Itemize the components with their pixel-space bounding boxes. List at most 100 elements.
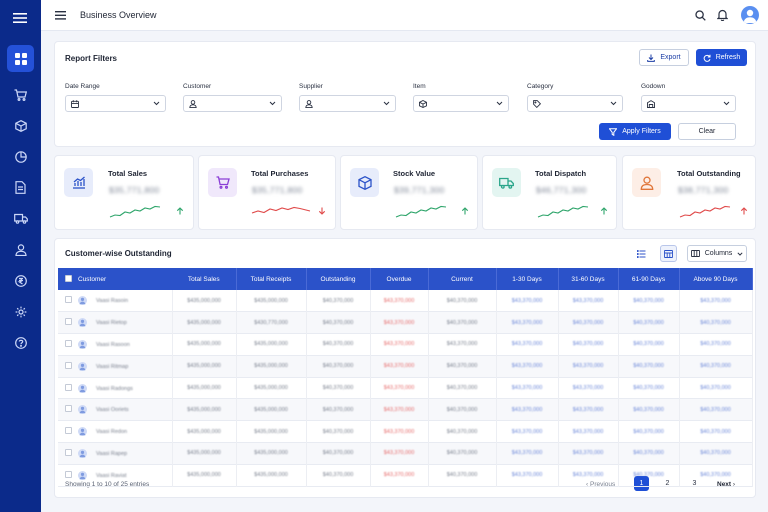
- table-cell: $40,370,000: [558, 311, 619, 334]
- customer-avatar-icon: [78, 296, 87, 306]
- date-range-select[interactable]: [65, 95, 166, 112]
- customer-avatar-icon: [78, 383, 87, 393]
- table-cell: $43,370,000: [496, 464, 559, 487]
- trend-up-icon: [740, 207, 748, 215]
- customer-select[interactable]: [183, 95, 282, 112]
- col-overdue[interactable]: Overdue: [370, 268, 429, 290]
- table-cell: $40,370,000: [306, 420, 371, 443]
- table-row[interactable]: Vaasi Raviat $435,000,000 $435,000,000 $40,…: [58, 464, 753, 487]
- table-cell: $40,370,000: [618, 464, 680, 487]
- table-cell: $43,370,000: [558, 442, 619, 465]
- sidebar: [0, 0, 41, 512]
- row-checkbox[interactable]: [64, 383, 72, 391]
- sidebar-item-settings[interactable]: [7, 298, 34, 325]
- sidebar-item-customers[interactable]: [7, 236, 34, 263]
- pie-chart-icon: [14, 150, 27, 163]
- table-cell: $435,000,000: [172, 420, 237, 443]
- table-row[interactable]: Vaasi Rasoon $435,000,000 $435,000,000 $40,…: [58, 333, 753, 356]
- col-1-30-days[interactable]: 1-30 Days: [496, 268, 559, 290]
- hamburger-icon[interactable]: [55, 11, 66, 22]
- sidebar-item-help[interactable]: [7, 329, 34, 356]
- col-above-90-days[interactable]: Above 90 Days: [679, 268, 753, 290]
- row-select-cell: [58, 334, 78, 356]
- table-cell: $43,370,000: [370, 377, 429, 399]
- sidebar-item-documents[interactable]: [7, 174, 34, 201]
- row-checkbox[interactable]: [64, 339, 72, 347]
- table-row[interactable]: Vaasi Ritmap $435,000,000 $435,000,000 $40,…: [58, 355, 753, 378]
- sidebar-item-dashboard[interactable]: [7, 45, 34, 72]
- table-row[interactable]: Vaasi Rasoin $435,000,000 $435,000,000 $40,…: [58, 290, 753, 312]
- item-select[interactable]: [413, 95, 509, 112]
- table-row[interactable]: Vaasi Rietop $435,000,000 $430,770,000 $40,…: [58, 311, 753, 334]
- godown-select[interactable]: [641, 95, 736, 112]
- search-icon[interactable]: [695, 10, 706, 23]
- export-button[interactable]: Export: [639, 49, 689, 66]
- customer-name: Vaasi Rietop: [96, 320, 127, 327]
- col-total-receipts[interactable]: Total Receipts: [236, 268, 307, 290]
- refresh-button[interactable]: Refresh: [696, 49, 747, 66]
- table-cell: $43,370,000: [428, 333, 497, 356]
- table-row[interactable]: Vaasi Radongs $435,000,000 $435,000,000 $40…: [58, 377, 753, 399]
- sidebar-item-inventory[interactable]: [7, 112, 34, 139]
- customer-cell: Vaasi Rasoin: [78, 290, 173, 312]
- sidebar-item-reports[interactable]: [7, 143, 34, 170]
- col-outstanding[interactable]: Outstanding: [306, 268, 371, 290]
- category-select[interactable]: [527, 95, 623, 112]
- table-cell: $40,370,000: [428, 355, 497, 378]
- avatar[interactable]: [741, 6, 759, 24]
- table-cell: $435,000,000: [236, 333, 307, 356]
- col-61-90-days[interactable]: 61-90 Days: [618, 268, 680, 290]
- table-cell: $40,370,000: [618, 290, 680, 312]
- table-cell: $43,370,000: [370, 420, 429, 443]
- list-view-button[interactable]: [633, 245, 650, 262]
- document-icon: [15, 181, 26, 194]
- table-cell: $40,370,000: [679, 398, 753, 421]
- sidebar-item-sales[interactable]: [7, 81, 34, 108]
- table-cell: $435,000,000: [172, 333, 237, 356]
- row-checkbox[interactable]: [64, 427, 72, 435]
- user-avatar-icon: [743, 9, 757, 23]
- sidebar-item-payments[interactable]: [7, 267, 34, 294]
- table-row[interactable]: Vaasi Ooriets $435,000,000 $435,000,000 $40…: [58, 398, 753, 421]
- row-select-cell: [58, 464, 78, 486]
- table-cell: $435,000,000: [172, 464, 237, 487]
- row-checkbox[interactable]: [64, 296, 72, 304]
- table-cell: $40,370,000: [428, 290, 497, 312]
- table-cell: $40,370,000: [618, 377, 680, 399]
- tag-icon: [533, 100, 541, 108]
- table-row[interactable]: Vaasi Redon $435,000,000 $435,000,000 $40,3…: [58, 420, 753, 443]
- row-checkbox[interactable]: [64, 361, 72, 369]
- columns-button[interactable]: Columns: [687, 245, 747, 262]
- row-checkbox[interactable]: [64, 470, 72, 478]
- select-all-checkbox[interactable]: [64, 274, 72, 282]
- col-31-60-days[interactable]: 31-60 Days: [558, 268, 619, 290]
- table-cell: $40,370,000: [618, 355, 680, 378]
- select-all-cell: [58, 268, 78, 290]
- col-current[interactable]: Current: [428, 268, 497, 290]
- menu-icon[interactable]: [13, 13, 27, 25]
- table-cell: $435,000,000: [172, 290, 237, 312]
- table-cell: $43,370,000: [496, 311, 559, 334]
- table-cell: $40,370,000: [428, 398, 497, 421]
- bell-icon[interactable]: [716, 9, 729, 23]
- gear-icon: [15, 306, 26, 317]
- table-cell: $40,370,000: [679, 420, 753, 443]
- sidebar-item-dispatch[interactable]: [7, 205, 34, 232]
- row-checkbox[interactable]: [64, 318, 72, 326]
- col-total-sales[interactable]: Total Sales: [172, 268, 237, 290]
- table-cell: $40,370,000: [306, 311, 371, 334]
- supplier-select[interactable]: [299, 95, 396, 112]
- row-checkbox[interactable]: [64, 448, 72, 456]
- box-icon: [357, 175, 372, 190]
- col-customer[interactable]: Customer: [78, 268, 172, 290]
- table-view-button[interactable]: [660, 245, 677, 262]
- table-row[interactable]: Vaasi Rapep $435,000,000 $435,000,000 $40,3…: [58, 442, 753, 465]
- customer-cell: Vaasi Raviat: [78, 464, 173, 487]
- clear-button[interactable]: Clear: [678, 123, 736, 140]
- apply-filters-button[interactable]: Apply Filters: [599, 123, 671, 140]
- user-icon: [305, 100, 313, 108]
- row-checkbox[interactable]: [64, 405, 72, 413]
- table-cell: $43,370,000: [496, 355, 559, 378]
- trend-up-icon: [176, 207, 184, 215]
- stat-title: Total Dispatch: [535, 169, 587, 178]
